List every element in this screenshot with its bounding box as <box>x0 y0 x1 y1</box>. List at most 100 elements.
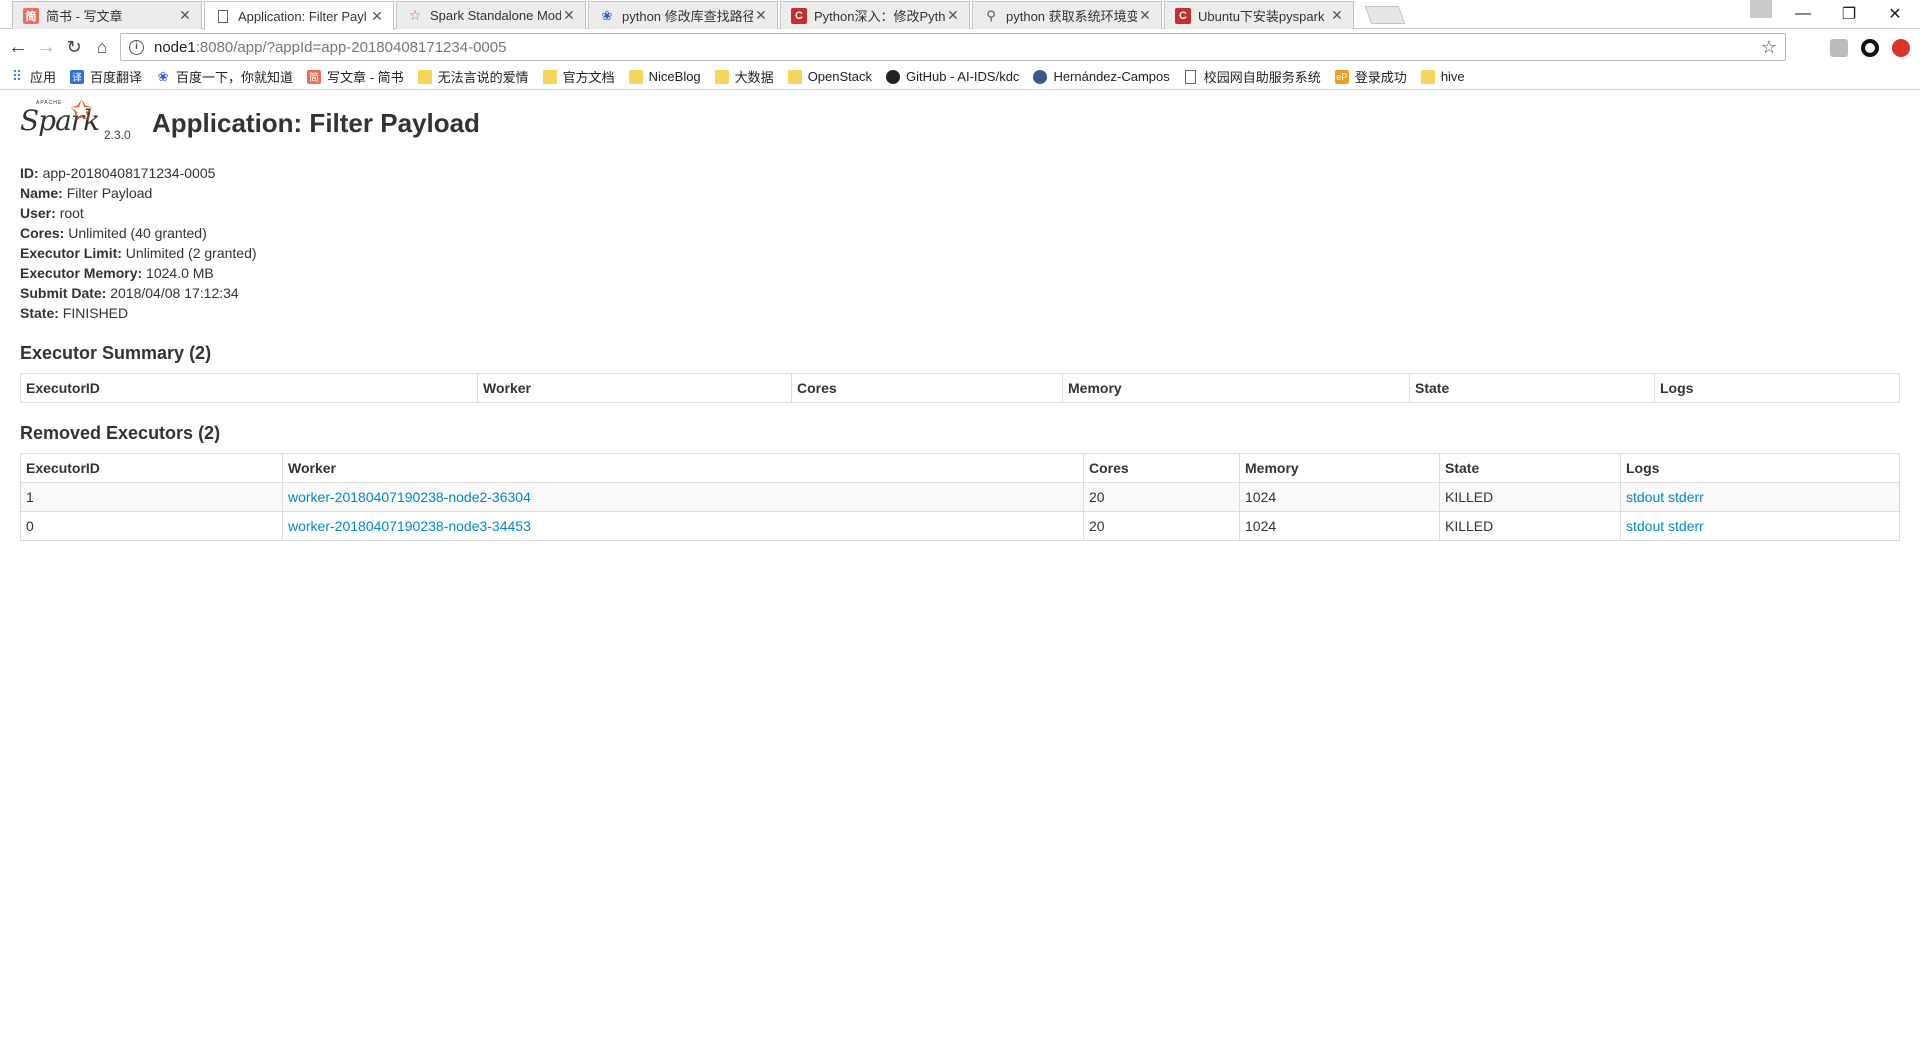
bookmark-label: hive <box>1440 69 1465 84</box>
link-icon: ⚲ <box>986 7 996 23</box>
close-tab-icon[interactable]: ✕ <box>753 7 769 24</box>
tab-title: Ubuntu下安装pyspark <box>1198 9 1325 24</box>
bookmark-login-success[interactable]: eP 登录成功 <box>1334 67 1407 86</box>
bookmark-baidu-translate[interactable]: 译 百度翻译 <box>70 67 142 86</box>
column-header[interactable]: Worker <box>282 453 1084 483</box>
tab-python-path[interactable]: ❀ python 修改库查找路径 ✕ <box>588 1 778 29</box>
close-tab-icon[interactable]: ✕ <box>177 7 193 24</box>
circle-extension-icon[interactable] <box>1861 39 1879 57</box>
tab-title: Python深入：修改Pytho <box>814 9 945 24</box>
baidu-translate-icon: 译 <box>70 69 85 84</box>
worker-link[interactable]: worker-20180407190238-node2-36304 <box>288 489 531 505</box>
tab-python-deep[interactable]: C Python深入：修改Pytho ✕ <box>780 1 970 29</box>
column-header[interactable]: Logs <box>1654 373 1900 403</box>
executor-id: 0 <box>20 511 283 541</box>
executor-memory: 1024 <box>1239 482 1440 512</box>
bookmark-label: 大数据 <box>734 70 774 85</box>
baidu-paw-icon: ❀ <box>601 7 613 23</box>
tab-ubuntu-pyspark[interactable]: C Ubuntu下安装pyspark ✕ <box>1164 1 1354 29</box>
address-bar[interactable]: i node1 :8080/app/?appId=app-20180408171… <box>120 33 1786 61</box>
csdn-icon: C <box>791 7 807 24</box>
tab-title: python 修改库查找路径 <box>622 9 753 24</box>
profile-icon[interactable] <box>1750 0 1772 18</box>
stdout-link[interactable]: stdout <box>1626 518 1664 534</box>
bookmark-label: 百度一下，你就知道 <box>176 70 294 85</box>
back-arrow-icon[interactable]: ← <box>6 35 30 59</box>
executor-state: KILLED <box>1439 511 1621 541</box>
bookmark-github[interactable]: GitHub - AI-IDS/kdc <box>886 69 1019 84</box>
column-header[interactable]: Cores <box>1083 453 1240 483</box>
minimize-icon[interactable]: — <box>1780 0 1826 28</box>
forward-arrow-icon[interactable]: → <box>34 35 58 59</box>
folder-icon <box>628 69 643 84</box>
close-window-icon[interactable]: ✕ <box>1872 0 1918 28</box>
column-header[interactable]: Worker <box>477 373 792 403</box>
spark-logo[interactable]: APACHE Spark ✩ <box>20 95 102 144</box>
executor-id: 1 <box>20 482 283 512</box>
worker-link[interactable]: worker-20180407190238-node3-34453 <box>288 518 531 534</box>
red-extension-icon[interactable] <box>1892 39 1910 57</box>
stderr-link[interactable]: stderr <box>1668 518 1704 534</box>
close-tab-icon[interactable]: ✕ <box>369 8 385 25</box>
reload-icon[interactable]: ↻ <box>62 35 86 59</box>
close-tab-icon[interactable]: ✕ <box>1329 7 1345 24</box>
column-header[interactable]: State <box>1439 453 1621 483</box>
info-cores: Cores: Unlimited (40 granted) <box>20 225 207 241</box>
info-name: Name: Filter Payload <box>20 185 153 201</box>
folder-icon <box>714 69 729 84</box>
bookmark-folder-openstack[interactable]: OpenStack <box>787 69 872 84</box>
jianshu-icon: 简 <box>23 7 39 24</box>
executor-summary-table: ExecutorID Worker Cores Memory State Log… <box>20 373 1900 403</box>
bookmark-label: 应用 <box>30 70 57 85</box>
column-header[interactable]: Logs <box>1620 453 1900 483</box>
column-header[interactable]: Memory <box>1239 453 1440 483</box>
bookmark-apps[interactable]: ⠿ 应用 <box>10 67 56 86</box>
tab-python-env[interactable]: ⚲ python 获取系统环境变 ✕ <box>972 1 1162 29</box>
folder-icon <box>1420 69 1435 84</box>
column-header[interactable]: Cores <box>791 373 1063 403</box>
extension-icon[interactable] <box>1830 39 1848 57</box>
restore-icon[interactable]: ❐ <box>1826 0 1872 28</box>
info-executor-limit: Executor Limit: Unlimited (2 granted) <box>20 245 257 261</box>
tab-spark-standalone[interactable]: ☆ Spark Standalone Mod ✕ <box>396 1 586 29</box>
bookmark-hernandez[interactable]: Hernández-Campos <box>1033 69 1170 84</box>
new-tab-button[interactable] <box>1364 6 1406 24</box>
tab-title: 简书 - 写文章 <box>46 9 123 24</box>
column-header[interactable]: ExecutorID <box>20 453 283 483</box>
bookmark-campus[interactable]: 校园网自助服务系统 <box>1184 67 1321 86</box>
bookmark-label: NiceBlog <box>648 69 701 84</box>
home-icon[interactable]: ⌂ <box>90 35 114 59</box>
bookmark-folder-love[interactable]: 无法言说的爱情 <box>417 67 529 86</box>
close-tab-icon[interactable]: ✕ <box>1137 7 1153 24</box>
table-row: 0 worker-20180407190238-node3-34453 20 1… <box>20 511 1900 541</box>
column-header[interactable]: State <box>1409 373 1655 403</box>
browser-toolbar: ← → ↻ ⌂ i node1 :8080/app/?appId=app-201… <box>0 30 1920 64</box>
bookmark-folder-hive[interactable]: hive <box>1420 69 1465 84</box>
folder-icon <box>417 69 432 84</box>
tab-title: Application: Filter Payl <box>238 8 367 24</box>
bookmark-folder-bigdata[interactable]: 大数据 <box>714 67 774 86</box>
jianshu-icon: 简 <box>307 69 322 84</box>
bookmark-baidu[interactable]: ❀ 百度一下，你就知道 <box>156 67 293 86</box>
bookmark-folder-docs[interactable]: 官方文档 <box>542 67 615 86</box>
tab-title: python 获取系统环境变 <box>1006 9 1137 24</box>
executor-cores: 20 <box>1083 511 1240 541</box>
stderr-link[interactable]: stderr <box>1668 489 1704 505</box>
info-submit-date: Submit Date: 2018/04/08 17:12:34 <box>20 285 239 301</box>
bookmark-star-icon[interactable]: ☆ <box>1761 37 1777 58</box>
tab-spark-application[interactable]: Application: Filter Payl ✕ <box>204 1 394 30</box>
bookmark-folder-niceblog[interactable]: NiceBlog <box>628 69 701 84</box>
bookmark-label: Hernández-Campos <box>1053 69 1170 84</box>
column-header[interactable]: ExecutorID <box>20 373 478 403</box>
close-tab-icon[interactable]: ✕ <box>561 7 577 24</box>
info-state: State: FINISHED <box>20 305 129 321</box>
stdout-link[interactable]: stdout <box>1626 489 1664 505</box>
column-header[interactable]: Memory <box>1062 373 1410 403</box>
info-icon[interactable]: i <box>129 39 144 55</box>
github-icon <box>886 69 901 84</box>
close-tab-icon[interactable]: ✕ <box>945 7 961 24</box>
bookmarks-bar: ⠿ 应用 译 百度翻译 ❀ 百度一下，你就知道 简 写文章 - 简书 无法言说的… <box>0 64 1920 90</box>
tab-jianshu[interactable]: 简 简书 - 写文章 ✕ <box>12 1 202 29</box>
bookmark-jianshu[interactable]: 简 写文章 - 简书 <box>307 67 404 86</box>
url-host: node1 <box>154 38 196 56</box>
